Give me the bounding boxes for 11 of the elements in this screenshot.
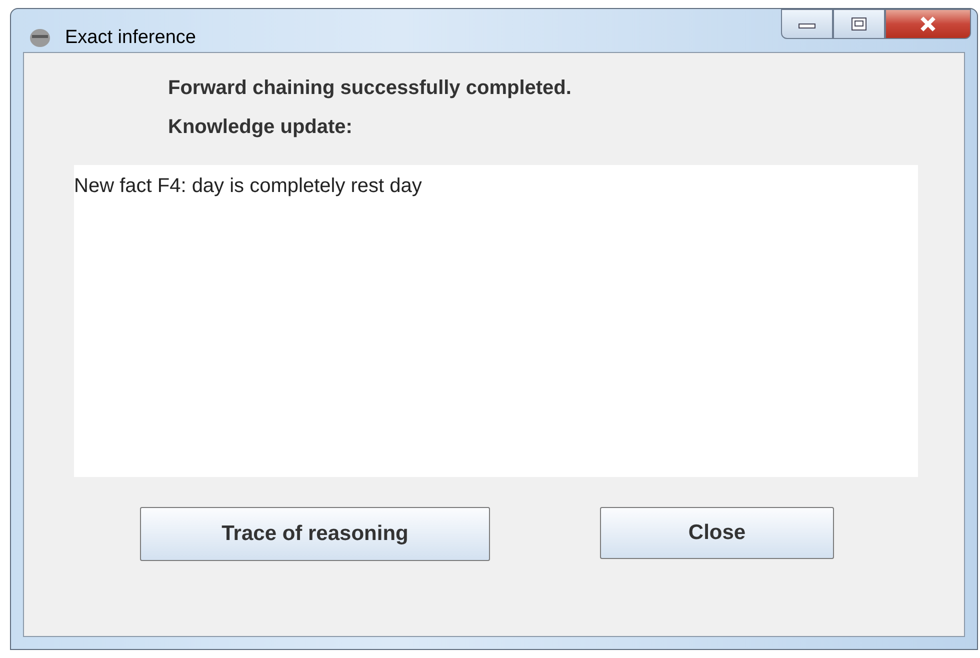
status-message: Forward chaining successfully completed.: [168, 77, 572, 100]
window-title: Exact inference: [65, 27, 196, 49]
dialog-button[interactable]: Close: [600, 507, 834, 559]
maximize-icon: [851, 17, 867, 31]
maximize-button[interactable]: [833, 9, 885, 39]
section-label: Knowledge update:: [168, 116, 354, 139]
app-icon: [29, 28, 51, 48]
output-line: New fact F4: day is completely rest day: [74, 175, 423, 198]
minimize-button[interactable]: [781, 9, 833, 39]
close-button[interactable]: [885, 9, 971, 39]
dialog-button[interactable]: Trace of reasoning: [140, 507, 490, 561]
